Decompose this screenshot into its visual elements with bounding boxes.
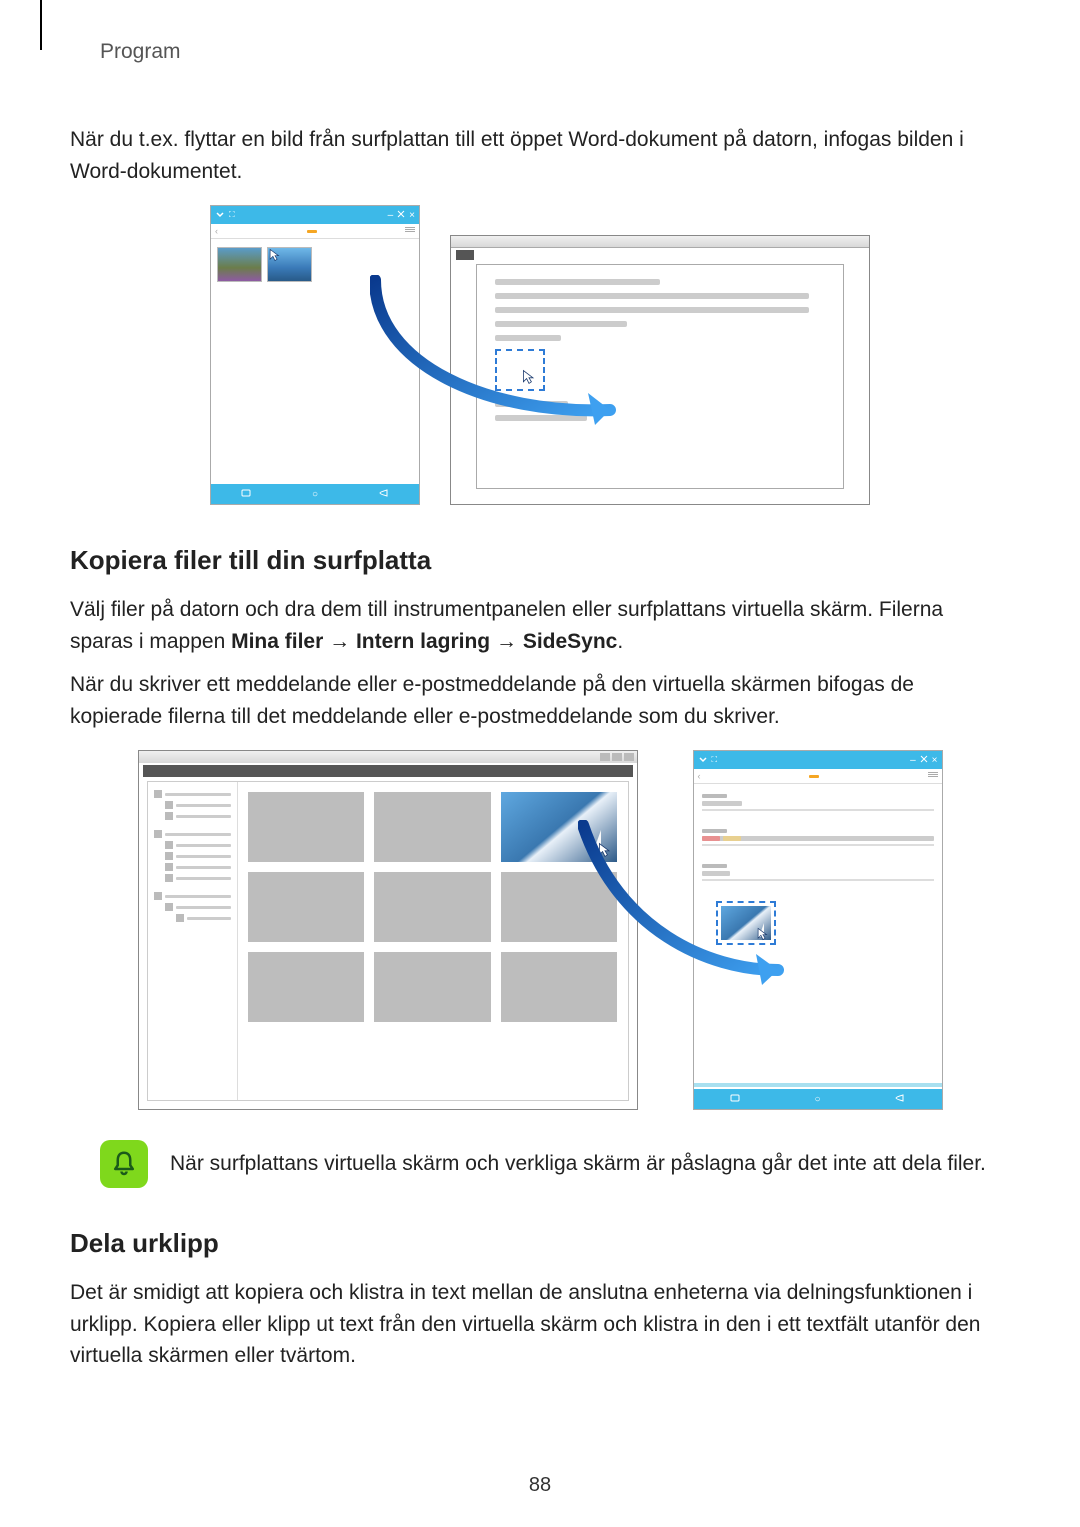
titlebar-right-icons: – × xyxy=(910,755,937,766)
desktop-explorer-window xyxy=(138,750,638,1110)
note-bell-icon xyxy=(100,1140,148,1188)
back-chevron-icon: ‹ xyxy=(698,771,701,781)
section2-para: Det är smidigt att kopiera och klistra i… xyxy=(70,1277,1010,1372)
hamburger-icon xyxy=(405,227,415,235)
path-intern-lagring: Intern lagring xyxy=(356,630,490,653)
file-thumb xyxy=(248,952,365,1022)
note-text: När surfplattans virtuella skärm och ver… xyxy=(170,1148,986,1180)
explorer-tree xyxy=(148,782,238,1100)
gallery-thumb-flower xyxy=(217,247,262,282)
toolbar-indicator xyxy=(307,230,317,233)
home-icon: ○ xyxy=(312,489,318,500)
drag-arrow-icon xyxy=(578,820,818,1020)
file-thumb xyxy=(248,792,365,862)
page-number: 88 xyxy=(0,1474,1080,1497)
window-close-icon xyxy=(624,753,634,761)
gallery-thumb-sky xyxy=(267,247,312,282)
titlebar-left-icons: ⛶ xyxy=(215,210,235,220)
back-icon xyxy=(895,1093,905,1106)
back-chevron-icon: ‹ xyxy=(215,226,218,236)
path-mina-filer: Mina filer xyxy=(231,630,323,653)
margin-rule xyxy=(40,0,42,50)
heading-copy-files: Kopiera filer till din surfplatta xyxy=(70,545,1010,576)
explorer-grid xyxy=(238,782,628,1100)
window-min-icon xyxy=(600,753,610,761)
illustration-drag-to-tablet: ⛶ – × ‹ xyxy=(70,750,1010,1110)
section1-para2: När du skriver ett meddelande eller e-po… xyxy=(70,669,1010,732)
header-program-label: Program xyxy=(100,40,1010,64)
hamburger-icon xyxy=(928,772,938,780)
home-icon: ○ xyxy=(814,1094,820,1105)
file-thumb xyxy=(248,872,365,942)
drag-arrow-icon xyxy=(370,275,650,455)
toolbar-indicator xyxy=(809,775,819,778)
arrow-sep-1: → xyxy=(323,630,356,653)
titlebar-right-icons: – × xyxy=(388,210,415,221)
heading-share-clipboard: Dela urklipp xyxy=(70,1228,1010,1259)
recent-apps-icon xyxy=(730,1093,740,1106)
period: . xyxy=(617,630,623,653)
window-max-icon xyxy=(612,753,622,761)
file-thumb xyxy=(374,952,491,1022)
illustration-drag-to-word: ⛶ – × ‹ xyxy=(70,205,1010,505)
intro-paragraph: När du t.ex. flyttar en bild från surfpl… xyxy=(70,124,1010,187)
path-sidesync: SideSync xyxy=(523,630,618,653)
arrow-sep-2: → xyxy=(490,630,523,653)
section1-para1: Välj filer på datorn och dra dem till in… xyxy=(70,594,1010,657)
file-thumb xyxy=(374,792,491,862)
titlebar-left-icons: ⛶ xyxy=(698,755,718,765)
back-icon xyxy=(379,488,389,501)
file-thumb xyxy=(374,872,491,942)
recent-apps-icon xyxy=(241,488,251,501)
